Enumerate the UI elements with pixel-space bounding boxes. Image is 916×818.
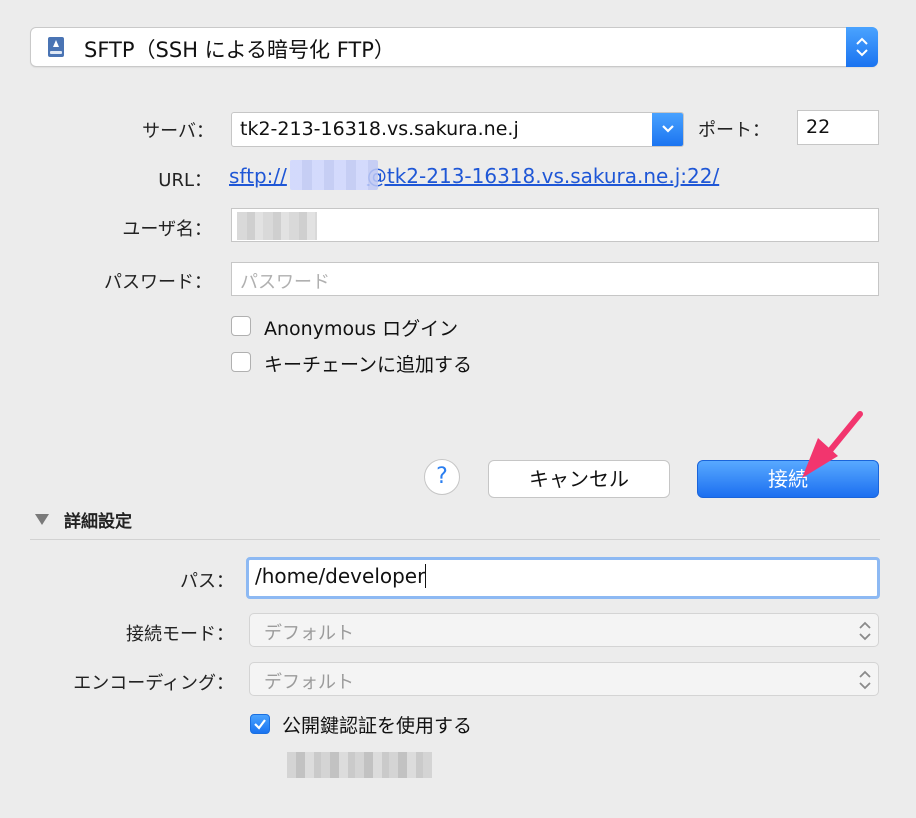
connect-mode-select[interactable]: デフォルト <box>249 613 879 647</box>
server-combobox[interactable]: tk2-213-16318.vs.sakura.ne.j <box>231 112 684 147</box>
server-label: サーバ： <box>142 121 214 142</box>
updown-arrows-icon <box>859 621 871 641</box>
cancel-button[interactable]: キャンセル <box>488 460 670 498</box>
encoding-label: エンコーディング： <box>73 673 234 694</box>
updown-arrows-icon <box>859 670 871 690</box>
anonymous-login-label: Anonymous ログイン <box>264 318 459 340</box>
url-label: URL： <box>158 170 212 191</box>
checkmark-icon <box>254 719 266 730</box>
annotation-arrow-icon <box>802 411 863 478</box>
text-caret <box>425 564 427 588</box>
password-placeholder: パスワード <box>240 272 330 293</box>
updown-arrows-icon[interactable] <box>846 27 878 67</box>
path-value: /home/developer <box>255 564 426 588</box>
redacted-key-path-blur <box>287 752 432 778</box>
add-to-keychain-label: キーチェーンに追加する <box>264 354 473 376</box>
connect-mode-value: デフォルト <box>264 623 354 644</box>
port-value: 22 <box>806 116 831 138</box>
server-input[interactable]: tk2-213-16318.vs.sakura.ne.j <box>240 118 519 140</box>
help-button[interactable]: ? <box>424 459 460 495</box>
port-input[interactable]: 22 <box>797 110 879 145</box>
url-suffix: @tk2-213-16318.vs.sakura.ne.j:22/ <box>366 164 720 188</box>
disclosure-triangle-icon[interactable] <box>34 512 50 526</box>
redacted-username-field-blur <box>237 212 317 240</box>
redacted-username-blur <box>290 160 378 190</box>
username-input[interactable] <box>231 208 879 242</box>
url-prefix: sftp:// <box>229 164 287 188</box>
public-key-auth-label: 公開鍵認証を使用する <box>282 715 473 737</box>
chevron-down-icon[interactable] <box>652 113 683 146</box>
password-label: パスワード： <box>104 272 212 293</box>
drive-icon <box>47 36 65 58</box>
advanced-settings-heading[interactable]: 詳細設定 <box>64 507 132 532</box>
path-label: パス： <box>180 571 234 592</box>
password-input[interactable]: パスワード <box>231 262 879 296</box>
divider <box>30 539 880 540</box>
port-label: ポート： <box>698 120 770 141</box>
anonymous-login-checkbox[interactable] <box>231 316 251 336</box>
username-label: ユーザ名： <box>122 219 212 240</box>
connect-mode-label: 接続モード： <box>126 624 234 645</box>
encoding-select[interactable]: デフォルト <box>249 662 879 696</box>
protocol-select[interactable]: SFTP（SSH による暗号化 FTP） <box>30 27 878 67</box>
add-to-keychain-checkbox[interactable] <box>231 352 251 372</box>
protocol-select-value: SFTP（SSH による暗号化 FTP） <box>84 38 395 62</box>
encoding-value: デフォルト <box>264 672 354 693</box>
path-input[interactable]: /home/developer <box>246 557 880 599</box>
public-key-auth-checkbox[interactable] <box>250 714 270 734</box>
